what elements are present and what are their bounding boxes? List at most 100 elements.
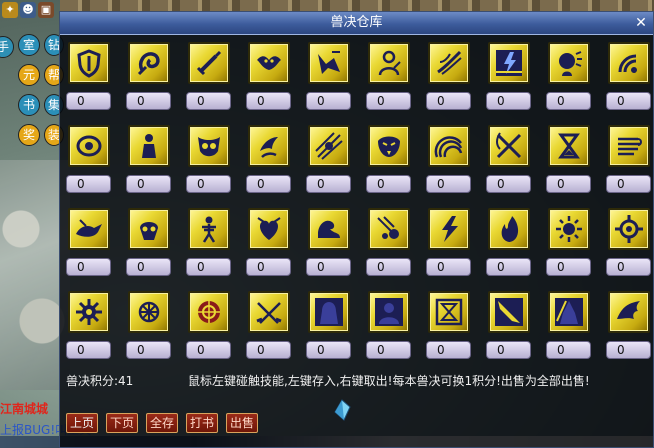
hud-chest-icon[interactable]: ▣ <box>38 2 54 18</box>
skill-book-tile[interactable] <box>368 291 410 333</box>
skill-book-tile[interactable] <box>248 42 290 84</box>
serpent-mask-icon <box>378 136 400 157</box>
skill-book-tile[interactable] <box>368 125 410 167</box>
skill-slot: 0 <box>425 125 485 202</box>
skill-book-tile[interactable] <box>128 291 170 333</box>
sun-crest-icon <box>556 216 582 242</box>
skill-count: 0 <box>246 92 291 110</box>
side-button-6[interactable]: 书 <box>18 94 40 116</box>
skill-book-tile[interactable] <box>188 291 230 333</box>
skill-book-tile[interactable] <box>248 291 290 333</box>
meteor-icon <box>377 216 399 239</box>
skill-book-tile[interactable] <box>608 125 650 167</box>
skill-book-tile[interactable] <box>308 42 350 84</box>
lightning-ground-icon <box>496 50 522 76</box>
crystal-cursor-icon <box>334 399 351 421</box>
skill-slot: 0 <box>185 291 245 368</box>
skill-book-tile[interactable] <box>548 208 590 250</box>
side-button-4[interactable]: 元 <box>18 64 40 86</box>
skill-book-tile[interactable] <box>488 125 530 167</box>
skill-book-tile[interactable] <box>128 42 170 84</box>
skill-book-tile[interactable] <box>428 291 470 333</box>
skill-book-tile[interactable] <box>428 125 470 167</box>
hooded-figure-icon <box>315 298 343 326</box>
apply-book-button[interactable]: 打书 <box>186 413 219 433</box>
skill-book-tile[interactable] <box>608 291 650 333</box>
skill-book-tile[interactable] <box>548 42 590 84</box>
skill-count: 0 <box>426 92 471 110</box>
skill-slot: 0 <box>365 291 425 368</box>
next-page-button[interactable]: 下页 <box>106 413 139 433</box>
skill-slot: 0 <box>65 42 125 119</box>
skill-book-tile[interactable] <box>428 42 470 84</box>
skill-slot: 0 <box>545 42 605 119</box>
skill-slot: 0 <box>545 125 605 202</box>
skill-book-tile[interactable] <box>68 208 110 250</box>
skill-count: 0 <box>546 341 591 359</box>
figure-rune-icon <box>378 50 401 76</box>
skill-book-tile[interactable] <box>188 42 230 84</box>
skill-book-tile[interactable] <box>488 291 530 333</box>
skill-book-tile[interactable] <box>608 208 650 250</box>
skill-book-tile[interactable] <box>68 125 110 167</box>
skill-book-tile[interactable] <box>128 208 170 250</box>
skill-count: 0 <box>66 341 111 359</box>
skill-slot: 0 <box>485 125 545 202</box>
skill-book-tile[interactable] <box>368 208 410 250</box>
store-all-button[interactable]: 全存 <box>146 413 179 433</box>
skill-book-tile[interactable] <box>548 125 590 167</box>
skill-book-tile[interactable] <box>308 208 350 250</box>
rainbow-arc-icon <box>434 136 463 158</box>
skill-count: 0 <box>366 258 411 276</box>
skill-slot: 0 <box>305 42 365 119</box>
hud-trophy-icon[interactable]: ✦ <box>2 2 18 18</box>
skill-book-tile[interactable] <box>608 42 650 84</box>
skill-count: 0 <box>606 92 651 110</box>
skill-book-tile[interactable] <box>248 125 290 167</box>
side-button-8[interactable]: 奖 <box>18 124 40 146</box>
hud-user-icon[interactable]: ☻ <box>20 2 36 18</box>
skill-count: 0 <box>66 258 111 276</box>
skill-book-tile[interactable] <box>188 208 230 250</box>
skill-book-tile[interactable] <box>488 208 530 250</box>
skill-slot: 0 <box>605 208 654 285</box>
skill-count: 0 <box>246 341 291 359</box>
skill-slot: 0 <box>125 125 185 202</box>
skill-slot: 0 <box>125 42 185 119</box>
skill-book-tile[interactable] <box>128 125 170 167</box>
head-glow-icon <box>559 51 582 76</box>
crossed-blades-icon <box>496 132 522 159</box>
skill-slot: 0 <box>485 208 545 285</box>
sword-icon <box>196 50 222 76</box>
sell-button[interactable]: 出售 <box>226 413 259 433</box>
skill-slot: 0 <box>305 125 365 202</box>
skill-book-tile[interactable] <box>368 42 410 84</box>
skill-count: 0 <box>486 341 531 359</box>
close-icon[interactable]: ✕ <box>633 15 649 31</box>
skill-slot: 0 <box>65 208 125 285</box>
eagle-wing-icon <box>617 301 640 319</box>
skill-count: 0 <box>606 258 651 276</box>
skill-slot: 0 <box>485 291 545 368</box>
prev-page-button[interactable]: 上页 <box>66 413 99 433</box>
owl-mask-icon <box>198 137 220 157</box>
skill-book-tile[interactable] <box>188 125 230 167</box>
skill-book-tile[interactable] <box>428 208 470 250</box>
skill-book-tile[interactable] <box>308 125 350 167</box>
skill-book-tile[interactable] <box>548 291 590 333</box>
skill-book-tile[interactable] <box>488 42 530 84</box>
window-title: 兽决仓库 <box>330 15 383 30</box>
skill-book-tile[interactable] <box>68 291 110 333</box>
skill-count: 0 <box>546 175 591 193</box>
skill-slot: 0 <box>245 42 305 119</box>
skill-count: 0 <box>546 92 591 110</box>
skill-book-tile[interactable] <box>308 291 350 333</box>
wind-slash-icon <box>437 50 462 75</box>
side-button-2[interactable]: 室 <box>18 34 40 56</box>
skill-book-tile[interactable] <box>248 208 290 250</box>
skill-count: 0 <box>306 175 351 193</box>
skill-count: 0 <box>546 258 591 276</box>
skill-count: 0 <box>66 92 111 110</box>
skill-book-tile[interactable] <box>68 42 110 84</box>
hud-icon-bar: ✦ ☻ ▣ <box>0 0 60 24</box>
